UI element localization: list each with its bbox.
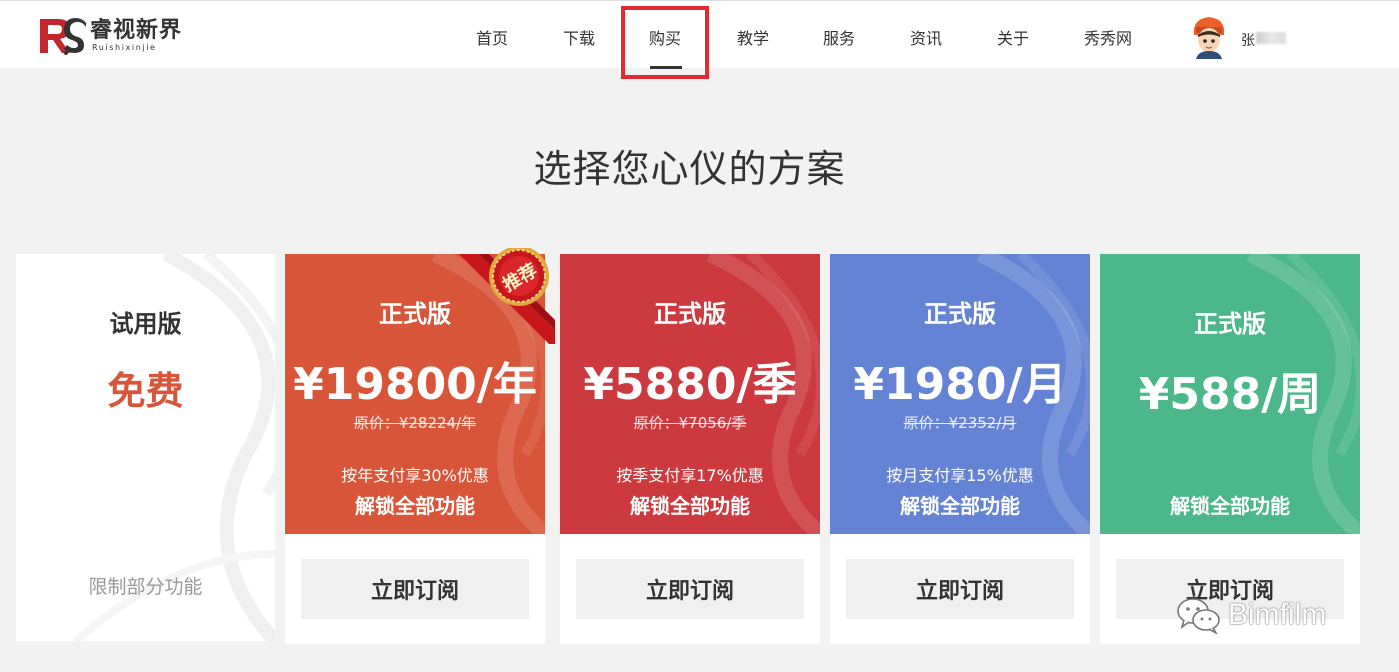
plan-discount: 按季支付享17%优惠 bbox=[616, 466, 764, 485]
plan-card-yearly: 正式版 ¥19800/年 原价：¥28224/年 按年支付享30%优惠 解锁全部… bbox=[285, 248, 555, 644]
nav-item-tutorials[interactable]: 教学 bbox=[737, 25, 769, 49]
plan-unlock: 解锁全部功能 bbox=[355, 494, 475, 518]
plan-card-quarterly: 正式版 ¥5880/季 原价：¥7056/季 按季支付享17%优惠 解锁全部功能… bbox=[560, 254, 820, 644]
active-tab-indicator bbox=[650, 66, 682, 69]
logo-chinese-name: 睿视新界 bbox=[90, 18, 183, 43]
plan-unlock: 解锁全部功能 bbox=[1170, 494, 1290, 518]
nav-item-purchase[interactable]: 购买 bbox=[649, 25, 681, 49]
plan-edition: 正式版 bbox=[924, 300, 996, 328]
plan-card-header: 正式版 ¥5880/季 原价：¥7056/季 按季支付享17%优惠 解锁全部功能 bbox=[560, 254, 820, 534]
plan-card-header: 正式版 ¥588/周 解锁全部功能 bbox=[1100, 254, 1360, 534]
username-redaction bbox=[1256, 32, 1286, 44]
plan-discount: 按年支付享30%优惠 bbox=[341, 466, 489, 485]
trial-plan-note: 限制部分功能 bbox=[88, 576, 203, 598]
user-avatar[interactable] bbox=[1186, 13, 1232, 59]
plan-edition: 正式版 bbox=[1194, 310, 1266, 338]
logo-english-name: Ruishixinjie bbox=[92, 43, 157, 52]
plan-card-weekly: 正式版 ¥588/周 解锁全部功能 立即订阅 bbox=[1100, 254, 1360, 644]
trial-plan-price: 免费 bbox=[107, 369, 184, 413]
plan-price: ¥19800/年 bbox=[293, 359, 537, 410]
plan-original-price: 原价：¥7056/季 bbox=[633, 414, 747, 432]
wechat-watermark: Bimfilm bbox=[1176, 596, 1326, 634]
nav-item-home[interactable]: 首页 bbox=[476, 25, 508, 49]
rs-logo-icon bbox=[40, 18, 86, 55]
plan-discount: 按月支付享15%优惠 bbox=[886, 466, 1034, 485]
plan-card-header: 正式版 ¥1980/月 原价：¥2352/月 按月支付享15%优惠 解锁全部功能 bbox=[830, 254, 1090, 534]
plan-price: ¥588/周 bbox=[1138, 369, 1322, 420]
plan-price: ¥1980/月 bbox=[853, 359, 1067, 410]
plan-original-price: 原价：¥2352/月 bbox=[903, 414, 1017, 432]
plan-card-monthly: 正式版 ¥1980/月 原价：¥2352/月 按月支付享15%优惠 解锁全部功能… bbox=[830, 254, 1090, 644]
subscribe-button[interactable]: 立即订阅 bbox=[576, 559, 804, 619]
nav-item-news[interactable]: 资讯 bbox=[910, 25, 942, 49]
nav-item-xiuxiu[interactable]: 秀秀网 bbox=[1084, 25, 1132, 49]
nav-item-services[interactable]: 服务 bbox=[823, 25, 855, 49]
plan-original-price: 原价：¥28224/年 bbox=[353, 414, 477, 432]
nav-item-about[interactable]: 关于 bbox=[997, 25, 1029, 49]
page-title: 选择您心仪的方案 bbox=[533, 147, 846, 191]
plan-edition: 正式版 bbox=[654, 300, 726, 328]
plan-price: ¥5880/季 bbox=[583, 359, 797, 410]
plan-unlock: 解锁全部功能 bbox=[630, 494, 750, 518]
top-nav-bar: 睿视新界 Ruishixinjie 首页 下载 购买 教学 服务 资讯 关于 秀… bbox=[0, 0, 1399, 69]
subscribe-button[interactable]: 立即订阅 bbox=[846, 559, 1074, 619]
wechat-icon bbox=[1177, 598, 1220, 634]
subscribe-button[interactable]: 立即订阅 bbox=[301, 559, 529, 619]
watermark-text: Bimfilm bbox=[1228, 598, 1327, 631]
site-logo[interactable]: 睿视新界 Ruishixinjie bbox=[36, 13, 182, 59]
plan-unlock: 解锁全部功能 bbox=[900, 494, 1020, 518]
trial-plan-name: 试用版 bbox=[109, 310, 182, 338]
nav-item-download[interactable]: 下载 bbox=[563, 25, 595, 49]
username[interactable]: 张 bbox=[1241, 30, 1255, 50]
trial-plan-card: 试用版 免费 限制部分功能 bbox=[16, 254, 275, 641]
recommended-badge-icon: 推荐 bbox=[459, 248, 555, 344]
